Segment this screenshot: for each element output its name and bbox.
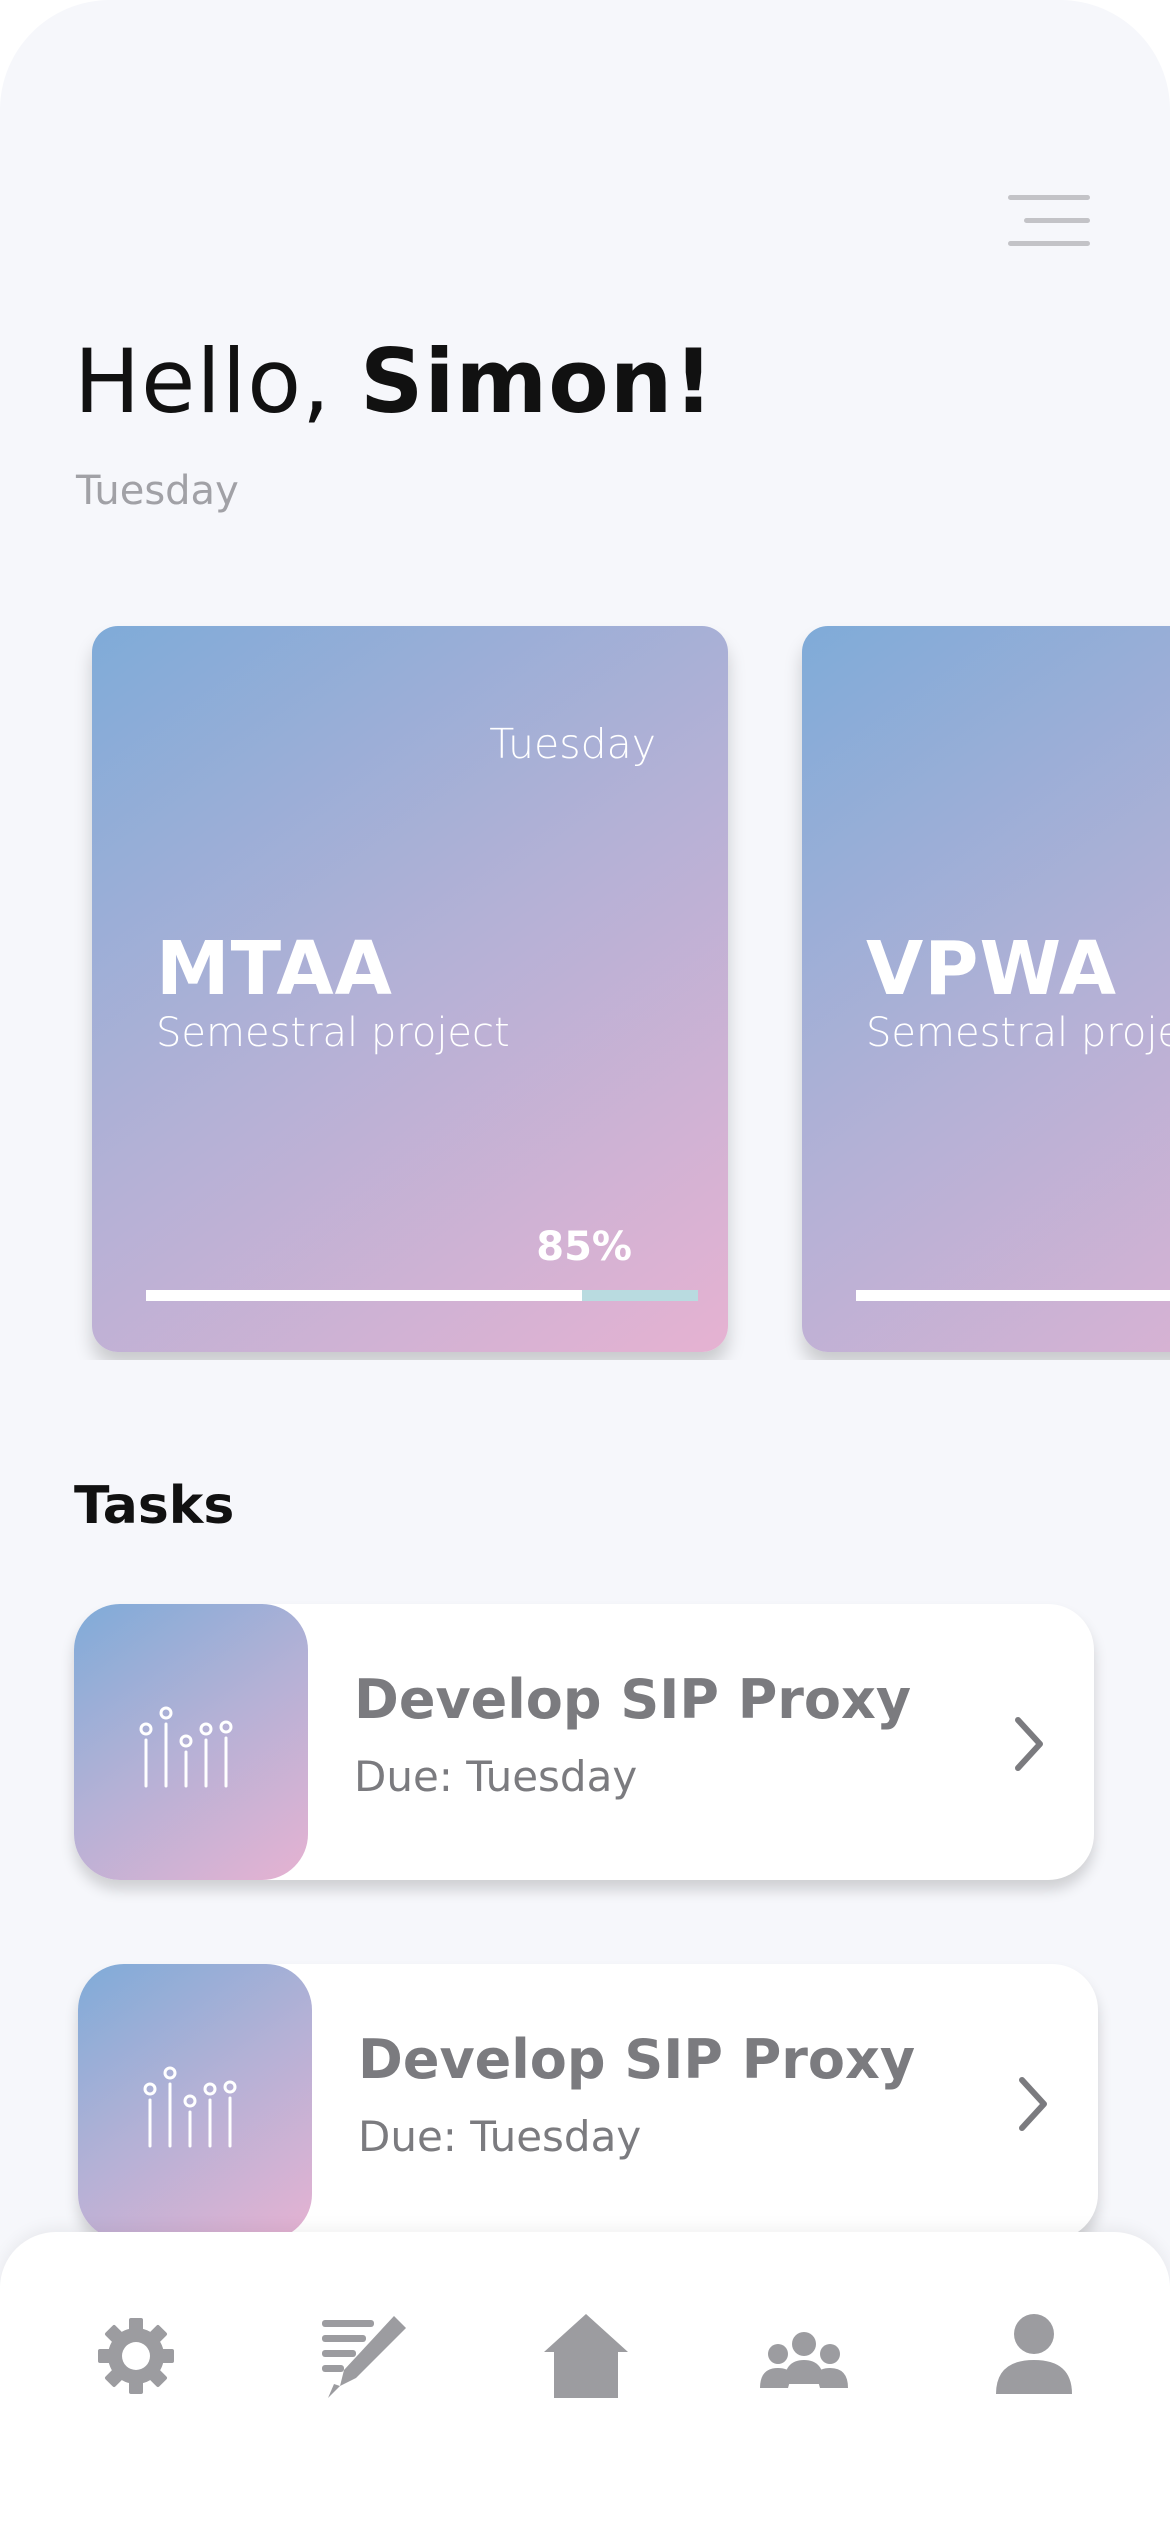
nav-tasks[interactable]	[316, 2308, 412, 2404]
task-due-date: Due: Tuesday	[358, 2112, 642, 2161]
greeting-user-name: Simon!	[360, 330, 715, 433]
task-name: Develop SIP Proxy	[354, 1668, 912, 1731]
project-card-vpwa[interactable]: VPWA Semestral project	[802, 626, 1170, 1352]
hamburger-menu-icon[interactable]	[1004, 190, 1090, 252]
tasks-section-title: Tasks	[74, 1476, 235, 1536]
project-subtitle: Semestral project	[866, 1010, 1170, 1056]
project-progress-bar	[146, 1290, 698, 1301]
task-thumbnail	[74, 1604, 308, 1880]
nav-profile[interactable]	[986, 2308, 1082, 2404]
project-progress-fill	[856, 1290, 1170, 1301]
task-thumbnail	[78, 1964, 312, 2240]
task-item[interactable]: Develop SIP Proxy Due: Tuesday	[78, 1964, 1098, 2240]
nav-team[interactable]	[756, 2308, 852, 2404]
greeting-hello: Hello,	[74, 330, 360, 433]
menu-line	[1024, 218, 1090, 223]
user-icon	[996, 2314, 1072, 2394]
gear-icon	[98, 2318, 174, 2394]
project-progress-fill	[146, 1290, 583, 1301]
project-code: VPWA	[866, 926, 1118, 1012]
home-icon	[544, 2314, 628, 2398]
current-day: Tuesday	[76, 468, 239, 514]
equalizer-icon	[139, 1706, 233, 1788]
pencil-notes-icon	[322, 2316, 406, 2398]
menu-line	[1008, 241, 1090, 246]
project-progress-label: 85%	[536, 1224, 632, 1270]
task-item[interactable]: Develop SIP Proxy Due: Tuesday	[74, 1604, 1094, 1880]
project-day: Tuesday	[489, 720, 656, 768]
task-due-date: Due: Tuesday	[354, 1752, 638, 1801]
project-carousel[interactable]: Tuesday MTAA Semestral project 85% VPWA …	[0, 620, 1170, 1360]
project-code: MTAA	[156, 926, 393, 1012]
chevron-right-icon[interactable]	[1008, 1714, 1048, 1774]
equalizer-icon	[143, 2066, 237, 2148]
nav-home[interactable]	[538, 2308, 634, 2404]
bottom-navigation	[0, 2232, 1170, 2532]
project-progress-bar	[856, 1290, 1170, 1301]
chevron-right-icon[interactable]	[1012, 2074, 1052, 2134]
group-icon	[760, 2332, 848, 2388]
app-screen: Hello, Simon! Tuesday Tuesday MTAA Semes…	[0, 0, 1170, 2532]
nav-settings[interactable]	[88, 2308, 184, 2404]
greeting-heading: Hello, Simon!	[74, 330, 714, 433]
project-subtitle: Semestral project	[156, 1010, 510, 1056]
task-name: Develop SIP Proxy	[358, 2028, 916, 2091]
project-card-mtaa[interactable]: Tuesday MTAA Semestral project 85%	[92, 626, 728, 1352]
menu-line	[1008, 195, 1090, 200]
